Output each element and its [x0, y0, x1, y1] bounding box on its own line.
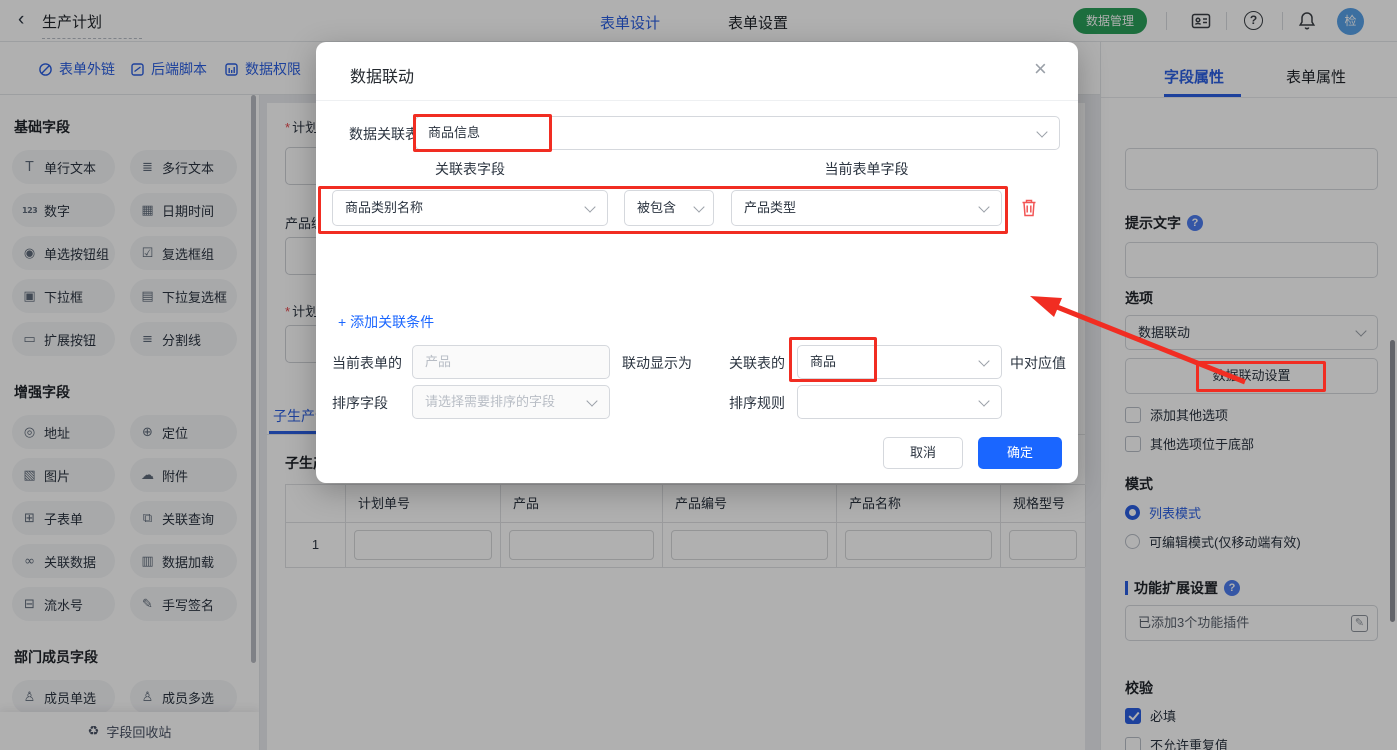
add-condition-link[interactable]: + 添加关联条件	[338, 312, 434, 332]
rel-of-label: 关联表的	[729, 353, 785, 373]
rel-table-label: 数据关联表	[349, 124, 419, 144]
chevron-down-icon	[1036, 126, 1047, 137]
cancel-button[interactable]: 取消	[883, 437, 963, 469]
rel-table-select[interactable]: 商品信息	[415, 116, 1060, 150]
sort-rule-select[interactable]	[797, 385, 1002, 419]
delete-condition-trash-icon[interactable]	[1019, 197, 1039, 221]
sort-rule-label: 排序规则	[729, 393, 785, 413]
chevron-down-icon	[978, 201, 989, 212]
modal-title: 数据联动	[350, 63, 414, 87]
sort-field-label: 排序字段	[332, 393, 388, 413]
chevron-down-icon	[978, 355, 989, 366]
cur-form-label: 当前表单的	[332, 353, 402, 373]
divider	[316, 100, 1078, 101]
close-icon[interactable]: ×	[1034, 56, 1047, 82]
chevron-down-icon	[693, 201, 704, 212]
operator-select[interactable]: 被包含	[624, 190, 714, 226]
cur-form-field-input: 产品	[412, 345, 610, 379]
sort-field-select[interactable]: 请选择需要排序的字段	[412, 385, 610, 419]
chevron-down-icon	[584, 201, 595, 212]
col-header-rel-field: 关联表字段	[332, 159, 608, 179]
rel-field-select[interactable]: 商品类别名称	[332, 190, 608, 226]
chevron-down-icon	[586, 395, 597, 406]
link-as-label: 联动显示为	[622, 353, 692, 373]
app-window: ‹ 生产计划 表单设计 表单设置 数据管理 ? 检 表单外链 后端脚本	[0, 0, 1397, 750]
chevron-down-icon	[978, 395, 989, 406]
confirm-button[interactable]: 确定	[978, 437, 1062, 469]
cur-field-select[interactable]: 产品类型	[731, 190, 1002, 226]
suffix-label: 中对应值	[1010, 353, 1066, 373]
col-header-cur-field: 当前表单字段	[731, 159, 1002, 179]
data-linkage-modal: 数据联动 × 数据关联表 商品信息 关联表字段 当前表单字段 商品类别名称 被包…	[316, 42, 1078, 483]
rel-of-select[interactable]: 商品	[797, 345, 1002, 379]
